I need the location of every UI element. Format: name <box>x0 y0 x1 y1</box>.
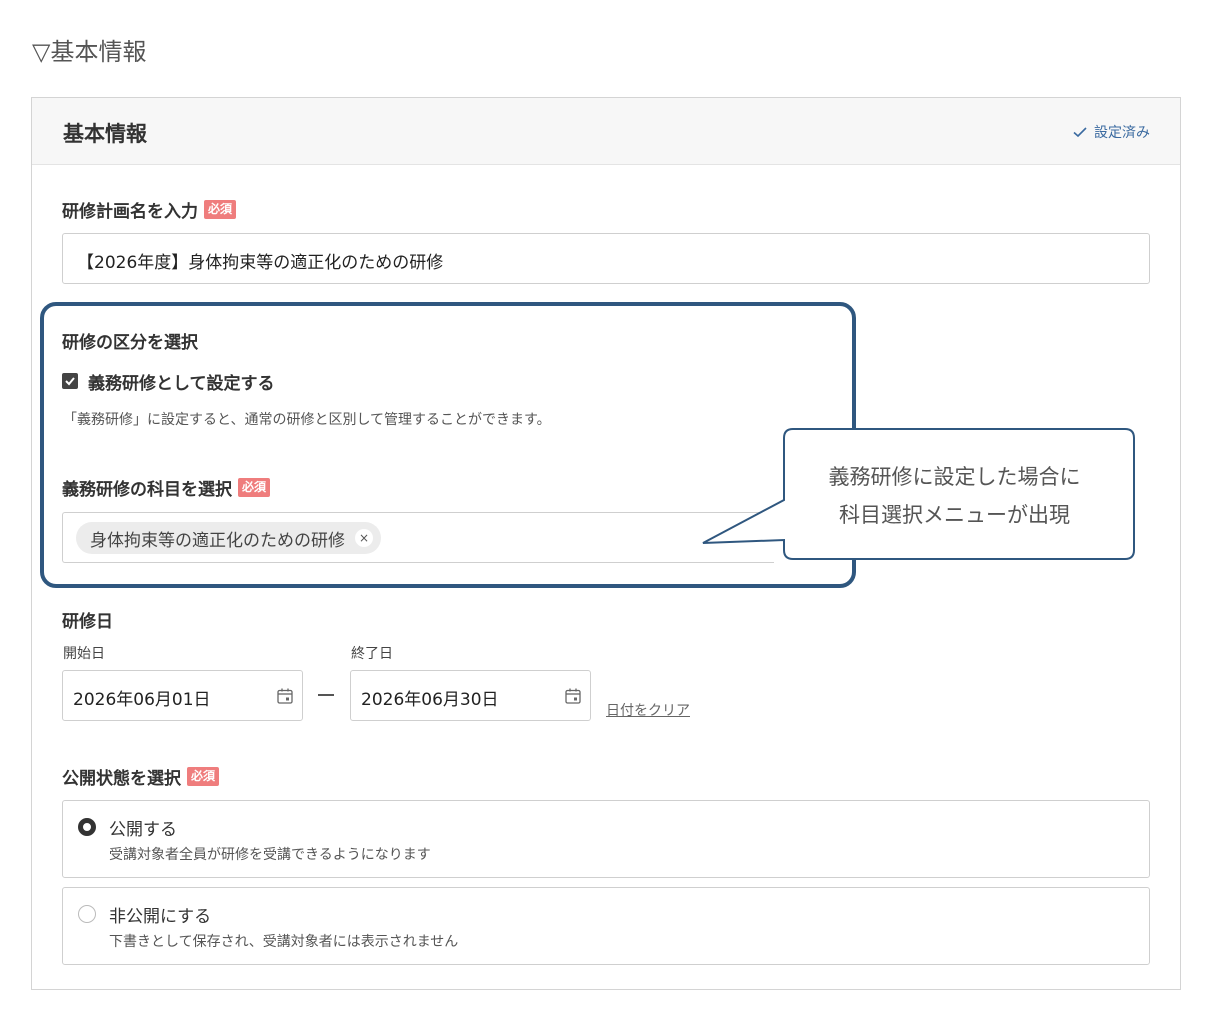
required-badge: 必須 <box>187 767 220 786</box>
status-indicator: 設定済み <box>1072 122 1150 142</box>
subject-label-text: 義務研修の科目を選択 <box>62 480 232 500</box>
required-badge: 必須 <box>204 200 237 219</box>
start-date-input[interactable]: 2026年06月01日 <box>62 670 303 721</box>
callout-line-1: 義務研修に設定した場合に <box>828 465 1081 489</box>
radio-unselected[interactable] <box>78 905 96 923</box>
chip-remove-icon[interactable]: × <box>355 529 373 547</box>
plan-name-label-text: 研修計画名を入力 <box>62 202 198 222</box>
category-help-text: 「義務研修」に設定すると、通常の研修と区別して管理することができます。 <box>63 412 551 428</box>
clear-dates-link[interactable]: 日付をクリア <box>606 700 690 720</box>
category-label-text: 研修の区分を選択 <box>62 333 198 353</box>
option-title: 非公開にする <box>109 907 212 927</box>
end-date-label: 終了日 <box>351 646 393 662</box>
mandatory-checkbox[interactable] <box>62 373 78 389</box>
card-title: 基本情報 <box>63 122 147 146</box>
option-description: 受講対象者全員が研修を受講できるようになります <box>109 847 431 863</box>
mandatory-checkbox-label[interactable]: 義務研修として設定する <box>88 369 275 394</box>
subject-chip: 身体拘束等の適正化のための研修 × <box>76 522 381 554</box>
end-date-value: 2026年06月30日 <box>361 690 499 710</box>
visibility-option-public[interactable]: 公開する 受講対象者全員が研修を受講できるようになります <box>62 800 1150 878</box>
callout-line-2: 科目選択メニューが出現 <box>839 503 1070 527</box>
dates-label: 研修日 <box>62 607 113 632</box>
subject-label: 義務研修の科目を選択 必須 <box>62 475 271 500</box>
section-heading: ▽基本情報 <box>32 38 147 66</box>
visibility-option-private[interactable]: 非公開にする 下書きとして保存され、受講対象者には表示されません <box>62 887 1150 965</box>
calendar-icon[interactable] <box>564 687 582 705</box>
card-header: 基本情報 設定済み <box>32 98 1180 165</box>
checkmark-icon <box>65 377 75 386</box>
plan-name-label: 研修計画名を入力 必須 <box>62 197 237 222</box>
end-date-input[interactable]: 2026年06月30日 <box>350 670 591 721</box>
callout-text: 義務研修に設定した場合に 科目選択メニューが出現 <box>775 458 1134 534</box>
visibility-label: 公開状態を選択 必須 <box>62 764 220 789</box>
option-title: 公開する <box>109 820 177 840</box>
required-badge: 必須 <box>238 478 271 497</box>
plan-name-value: 【2026年度】身体拘束等の適正化のための研修 <box>77 253 444 273</box>
option-description: 下書きとして保存され、受講対象者には表示されません <box>109 934 459 950</box>
visibility-label-text: 公開状態を選択 <box>62 769 181 789</box>
status-text: 設定済み <box>1094 125 1150 141</box>
plan-name-input[interactable]: 【2026年度】身体拘束等の適正化のための研修 <box>62 233 1150 284</box>
date-range-separator <box>318 694 334 696</box>
start-date-label: 開始日 <box>63 646 105 662</box>
subject-chip-label: 身体拘束等の適正化のための研修 <box>90 530 345 551</box>
mandatory-checkbox-text: 義務研修として設定する <box>88 374 275 394</box>
radio-selected[interactable] <box>78 818 96 836</box>
start-date-value: 2026年06月01日 <box>73 690 211 710</box>
dates-label-text: 研修日 <box>62 612 113 632</box>
check-icon <box>1073 127 1087 138</box>
category-label: 研修の区分を選択 <box>62 328 198 353</box>
calendar-icon[interactable] <box>276 687 294 705</box>
